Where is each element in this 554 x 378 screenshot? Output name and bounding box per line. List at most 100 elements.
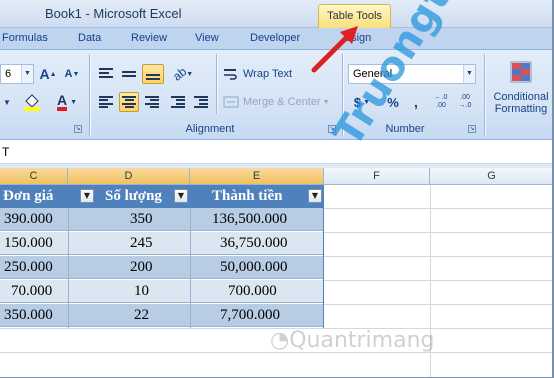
header-don-gia: Đơn giá (3, 188, 54, 204)
tab-review[interactable]: Review (131, 32, 167, 44)
ribbon-tabs: Formulas Data Review View Developer esig… (0, 28, 554, 50)
formatting-label: Formatting (494, 103, 548, 115)
decrease-decimal-button[interactable]: .00 →.0 (454, 90, 476, 114)
column-header-d[interactable]: D (68, 168, 190, 185)
number-dialog-launcher-icon[interactable]: ↘ (468, 125, 476, 133)
filter-dropdown-icon[interactable]: ▼ (80, 189, 94, 203)
chevron-down-icon: ▼ (70, 98, 78, 106)
align-right-button[interactable] (142, 92, 162, 112)
formula-content: T (2, 145, 10, 159)
group-separator (484, 54, 485, 136)
align-left-icon (99, 96, 113, 108)
grow-font-button[interactable]: A ▲ (38, 64, 58, 84)
conditional-formatting-button[interactable]: Conditional Formatting (488, 58, 554, 122)
align-center-icon (122, 96, 136, 108)
font-size-combo[interactable]: 6 ▼ (0, 64, 34, 84)
cell-e6[interactable]: 7,700.000 (220, 304, 280, 327)
cell-c6[interactable]: 350.000 (4, 304, 53, 327)
cell-e5[interactable]: 700.000 (228, 280, 277, 303)
column-header-g[interactable]: G (430, 168, 554, 185)
chevron-down-icon: ▼ (3, 97, 11, 107)
wrap-text-icon (224, 69, 237, 80)
table-col-divider (190, 208, 191, 328)
chevron-down-icon: ▼ (322, 98, 330, 106)
decrease-indent-icon (171, 96, 185, 108)
top-align-button[interactable] (96, 64, 116, 84)
red-arrow-icon (311, 26, 358, 73)
comma-style-button[interactable]: , (407, 92, 425, 112)
chevron-down-icon: ▼ (21, 65, 33, 83)
window-title: Book1 - Microsoft Excel (45, 6, 182, 21)
tab-view[interactable]: View (195, 32, 219, 44)
title-bar: Book1 - Microsoft Excel Table Tools (0, 0, 554, 28)
tab-data[interactable]: Data (78, 32, 101, 44)
paint-bucket-icon (24, 94, 40, 111)
alignment-group-label: Alignment (185, 123, 235, 135)
font-size-value: 6 (5, 68, 12, 80)
wrap-text-label: Wrap Text (243, 68, 293, 80)
header-thanh-tien: Thành tiền (212, 188, 283, 204)
middle-align-icon (122, 68, 136, 80)
fill-color-button[interactable] (18, 92, 48, 112)
watermark-bottom-text: Quantrimang (289, 328, 435, 353)
cell-c2[interactable]: 390.000 (4, 208, 53, 231)
cell-d2[interactable]: 350 (130, 208, 153, 231)
cell-d3[interactable]: 245 (130, 232, 153, 255)
align-center-button[interactable] (119, 92, 139, 112)
cell-c3[interactable]: 150.000 (4, 232, 53, 255)
tab-developer[interactable]: Developer (250, 32, 300, 44)
group-separator (216, 54, 217, 114)
comma-icon: , (414, 94, 418, 110)
cell-c4[interactable]: 250.000 (4, 256, 53, 279)
table-col-divider (68, 208, 69, 328)
conditional-label: Conditional (493, 91, 549, 103)
cell-e2[interactable]: 136,500.000 (212, 208, 287, 231)
column-header-f[interactable]: F (324, 168, 430, 185)
bottom-align-button[interactable] (142, 64, 164, 84)
formula-bar[interactable]: T (0, 140, 554, 164)
top-align-icon (99, 68, 113, 80)
conditional-formatting-icon (510, 61, 532, 83)
filter-dropdown-icon[interactable]: ▼ (174, 189, 188, 203)
orientation-button[interactable]: ab ▼ (168, 64, 198, 84)
shrink-font-button[interactable]: A ▼ (62, 64, 82, 84)
border-dropdown-button[interactable]: ▼ (0, 92, 14, 112)
merge-center-button[interactable]: Merge & Center ▼ (222, 92, 340, 112)
middle-align-button[interactable] (119, 64, 139, 84)
column-header-c[interactable]: C (0, 168, 68, 185)
increase-decimal-icon: ←.0 .00 (434, 94, 448, 109)
group-separator (89, 54, 90, 136)
orientation-icon: ab (169, 64, 190, 84)
bottom-align-icon (146, 68, 160, 80)
ribbon: 6 ▼ A ▲ A ▼ ▼ A ▼ ↘ ab ▼ Wrap Text Merge… (0, 50, 554, 140)
watermark-bottom: ◔Quantrimang (270, 328, 435, 353)
cell-d5[interactable]: 10 (134, 280, 149, 303)
cell-d4[interactable]: 200 (130, 256, 153, 279)
merge-cells-icon (223, 96, 239, 108)
font-color-icon: A (56, 93, 68, 111)
cell-d6[interactable]: 22 (134, 304, 149, 327)
font-color-button[interactable]: A ▼ (52, 92, 82, 112)
chevron-down-icon: ▼ (463, 65, 475, 83)
cell-c5[interactable]: 70.000 (11, 280, 52, 303)
grow-font-icon: A (39, 66, 50, 82)
column-header-e[interactable]: E (190, 168, 324, 185)
cell-e4[interactable]: 50,000.000 (220, 256, 288, 279)
decrease-decimal-icon: .00 →.0 (458, 94, 472, 109)
decrease-indent-button[interactable] (168, 92, 188, 112)
header-so-luong: Số lượng (105, 188, 162, 204)
cell-e3[interactable]: 36,750.000 (220, 232, 288, 255)
tab-formulas[interactable]: Formulas (2, 32, 48, 44)
font-dialog-launcher-icon[interactable]: ↘ (74, 125, 82, 133)
align-left-button[interactable] (96, 92, 116, 112)
filter-dropdown-icon[interactable]: ▼ (308, 189, 322, 203)
wrap-text-button[interactable]: Wrap Text (222, 64, 312, 84)
shrink-font-icon: A (64, 68, 73, 80)
increase-decimal-button[interactable]: ←.0 .00 (430, 90, 452, 114)
table-right-border (323, 185, 324, 328)
increase-indent-button[interactable] (191, 92, 211, 112)
watermark-logo-icon: ◔ (270, 328, 290, 353)
align-right-icon (145, 96, 159, 108)
caret-up-icon: ▲ (49, 70, 57, 78)
increase-indent-icon (194, 96, 208, 108)
